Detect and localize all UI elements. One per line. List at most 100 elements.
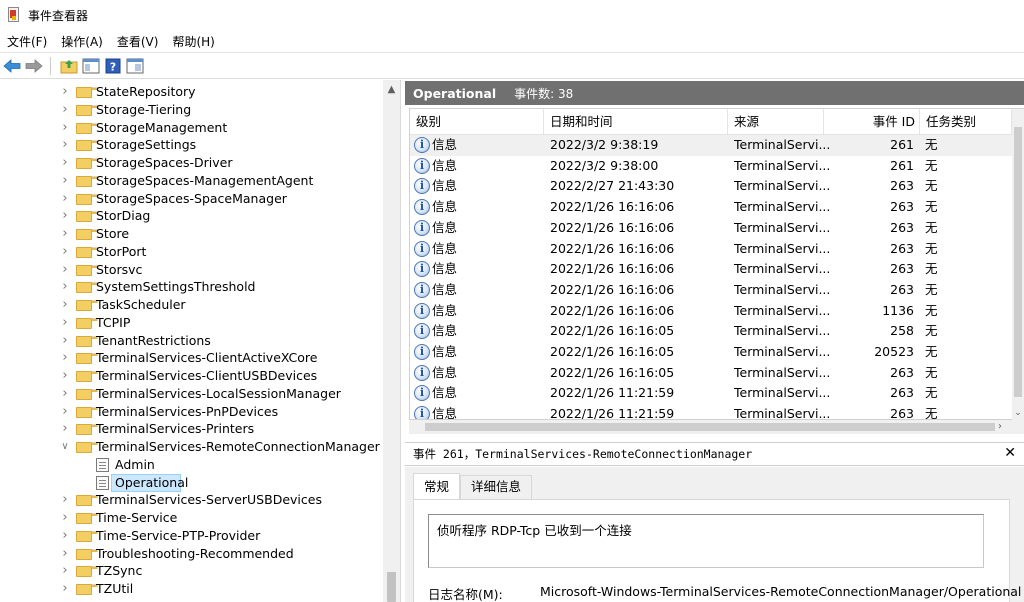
menu-action[interactable]: 操作(A) xyxy=(54,31,110,53)
chevron-right-icon[interactable]: › xyxy=(60,528,70,543)
table-row[interactable]: i 信息 2022/1/26 16:16:06 TerminalServi... 263… xyxy=(410,239,1012,260)
chevron-down-icon[interactable]: ∨ xyxy=(60,440,70,454)
table-row[interactable]: i 信息 2022/1/26 16:16:06 TerminalServi... 263… xyxy=(410,197,1012,218)
table-row[interactable]: i 信息 2022/1/26 16:16:05 TerminalServi... 258… xyxy=(410,321,1012,342)
tree-item[interactable]: › StorageSettings xyxy=(0,136,380,154)
tree-item[interactable]: › StorPort xyxy=(0,243,380,261)
column-task-category[interactable]: 任务类别 xyxy=(920,109,1012,135)
table-row[interactable]: i 信息 2022/1/26 16:16:05 TerminalServi... 205… xyxy=(410,342,1012,363)
tree-item[interactable]: › Time-Service xyxy=(0,509,380,527)
tree-item[interactable]: › StorageSpaces-Driver xyxy=(0,154,380,172)
tree-item[interactable]: › SystemSettingsThreshold xyxy=(0,278,380,296)
tree-item[interactable]: › StorageSpaces-SpaceManager xyxy=(0,190,380,208)
chevron-right-icon[interactable]: › xyxy=(60,582,70,596)
column-event-id[interactable]: 事件 ID xyxy=(824,109,920,135)
tree-item[interactable]: › Storage-Tiering xyxy=(0,101,380,119)
back-icon[interactable] xyxy=(2,56,22,76)
tree-item[interactable]: › TZUtil xyxy=(0,580,380,598)
chevron-right-icon[interactable]: › xyxy=(60,191,70,206)
tree-scroll-thumb[interactable] xyxy=(387,572,396,602)
table-row[interactable]: i 信息 2022/1/26 16:16:06 TerminalServi... 113… xyxy=(410,301,1012,322)
chevron-right-icon[interactable]: › xyxy=(60,209,70,223)
help-icon[interactable]: ? xyxy=(103,56,123,76)
folder-up-icon[interactable] xyxy=(59,56,79,76)
tree-item[interactable]: › Store xyxy=(0,225,380,243)
column-datetime[interactable]: 日期和时间 xyxy=(544,109,728,135)
log-name-value[interactable]: Microsoft-Windows-TerminalServices-Remot… xyxy=(540,584,1021,599)
menu-help[interactable]: 帮助(H) xyxy=(165,31,221,53)
scroll-right-icon[interactable]: › xyxy=(994,420,1006,434)
chevron-right-icon[interactable]: › xyxy=(60,351,70,365)
tree-item[interactable]: › Troubleshooting-Recommended xyxy=(0,545,380,563)
chevron-right-icon[interactable]: › xyxy=(60,564,70,578)
tree-item[interactable]: Operational xyxy=(0,473,380,492)
events-vertical-scrollbar[interactable]: ⌄ xyxy=(1012,109,1024,420)
tree-item[interactable]: › Storsvc xyxy=(0,261,380,279)
tree-item[interactable]: › TerminalServices-Printers xyxy=(0,420,380,438)
tree-item[interactable]: › StorageSpaces-ManagementAgent xyxy=(0,172,380,190)
menu-file[interactable]: 文件(F) xyxy=(0,31,54,53)
chevron-right-icon[interactable]: › xyxy=(60,369,70,383)
chevron-right-icon[interactable]: › xyxy=(60,404,70,419)
events-horizontal-scrollbar[interactable]: › xyxy=(409,420,1024,434)
tree-item[interactable]: › Time-Service-PTP-Provider xyxy=(0,527,380,545)
table-row[interactable]: i 信息 2022/3/2 9:38:00 TerminalServi... 261 无 xyxy=(410,156,1012,177)
tab-details[interactable]: 详细信息 xyxy=(460,475,533,499)
table-row[interactable]: i 信息 2022/1/26 16:16:06 TerminalServi... 263… xyxy=(410,259,1012,280)
scroll-up-icon[interactable]: ▲ xyxy=(383,82,400,98)
chevron-right-icon[interactable]: › xyxy=(60,173,70,188)
scroll-down-icon[interactable]: ⌄ xyxy=(1012,406,1024,420)
chevron-right-icon[interactable]: › xyxy=(60,102,70,117)
tree-item[interactable]: › TerminalServices-LocalSessionManager xyxy=(0,385,380,403)
tree-item[interactable]: › TenantRestrictions xyxy=(0,332,380,350)
table-row[interactable]: i 信息 2022/1/26 11:21:59 TerminalServi... 263… xyxy=(410,404,1012,419)
tree-item[interactable]: › TerminalServices-ClientUSBDevices xyxy=(0,367,380,385)
table-row[interactable]: i 信息 2022/1/26 16:16:06 TerminalServi... 263… xyxy=(410,280,1012,301)
show-hide-tree-icon[interactable] xyxy=(81,56,101,76)
properties-icon[interactable] xyxy=(125,56,145,76)
tree-item[interactable]: › StateRepository xyxy=(0,83,380,101)
tree-item[interactable]: ∨ TerminalServices-RemoteConnectionManage… xyxy=(0,438,380,456)
tree-scrollbar[interactable]: ▲ xyxy=(383,80,400,602)
chevron-right-icon[interactable]: › xyxy=(60,227,70,241)
table-row[interactable]: i 信息 2022/1/26 16:16:05 TerminalServi... 263… xyxy=(410,363,1012,384)
chevron-right-icon[interactable]: › xyxy=(60,262,70,277)
chevron-right-icon[interactable]: › xyxy=(60,386,70,401)
column-source[interactable]: 来源 xyxy=(728,109,824,135)
tree-item[interactable]: › TZSync xyxy=(0,562,380,580)
chevron-right-icon[interactable]: › xyxy=(60,422,70,436)
tree-item[interactable]: › StorDiag xyxy=(0,207,380,225)
events-scroll-thumb[interactable] xyxy=(1014,127,1022,397)
tree-item[interactable]: › TerminalServices-ClientActiveXCore xyxy=(0,349,380,367)
chevron-right-icon[interactable]: › xyxy=(60,511,70,525)
tree-item[interactable]: ›UAC xyxy=(0,598,380,602)
event-description[interactable]: 侦听程序 RDP-Tcp 已收到一个连接 xyxy=(428,514,984,568)
table-row[interactable]: i 信息 2022/2/27 21:43:30 TerminalServi... 263… xyxy=(410,176,1012,197)
chevron-right-icon[interactable]: › xyxy=(60,156,70,170)
tab-general[interactable]: 常规 xyxy=(413,473,461,499)
chevron-right-icon[interactable]: › xyxy=(60,493,70,507)
tree-item[interactable]: › TerminalServices-PnPDevices xyxy=(0,403,380,421)
table-row[interactable]: i 信息 2022/3/2 9:38:19 TerminalServi... 261 无 xyxy=(410,135,1012,156)
tree-item[interactable]: Admin xyxy=(0,456,380,474)
tree-item[interactable]: › TerminalServices-ServerUSBDevices xyxy=(0,491,380,509)
tree-item[interactable]: › StorageManagement xyxy=(0,119,380,137)
forward-icon[interactable] xyxy=(24,56,44,76)
chevron-right-icon[interactable]: › xyxy=(60,85,70,99)
table-row[interactable]: i 信息 2022/1/26 11:21:59 TerminalServi... 263… xyxy=(410,383,1012,404)
menu-view[interactable]: 查看(V) xyxy=(110,31,166,53)
tree-item[interactable]: › TCPIP xyxy=(0,314,380,332)
chevron-right-icon[interactable]: › xyxy=(60,298,70,312)
tree-item[interactable]: › TaskScheduler xyxy=(0,296,380,314)
chevron-right-icon[interactable]: › xyxy=(60,315,70,330)
chevron-right-icon[interactable]: › xyxy=(60,138,70,152)
chevron-right-icon[interactable]: › xyxy=(60,333,70,348)
chevron-right-icon[interactable]: › xyxy=(60,244,70,259)
close-icon[interactable]: ✕ xyxy=(1004,445,1016,461)
chevron-right-icon[interactable]: › xyxy=(60,546,70,561)
events-hscroll-thumb[interactable] xyxy=(425,423,995,431)
column-level[interactable]: 级别 xyxy=(410,109,544,135)
table-row[interactable]: i 信息 2022/1/26 16:16:06 TerminalServi... 263… xyxy=(410,218,1012,239)
chevron-right-icon[interactable]: › xyxy=(60,280,70,294)
chevron-right-icon[interactable]: › xyxy=(60,120,70,135)
